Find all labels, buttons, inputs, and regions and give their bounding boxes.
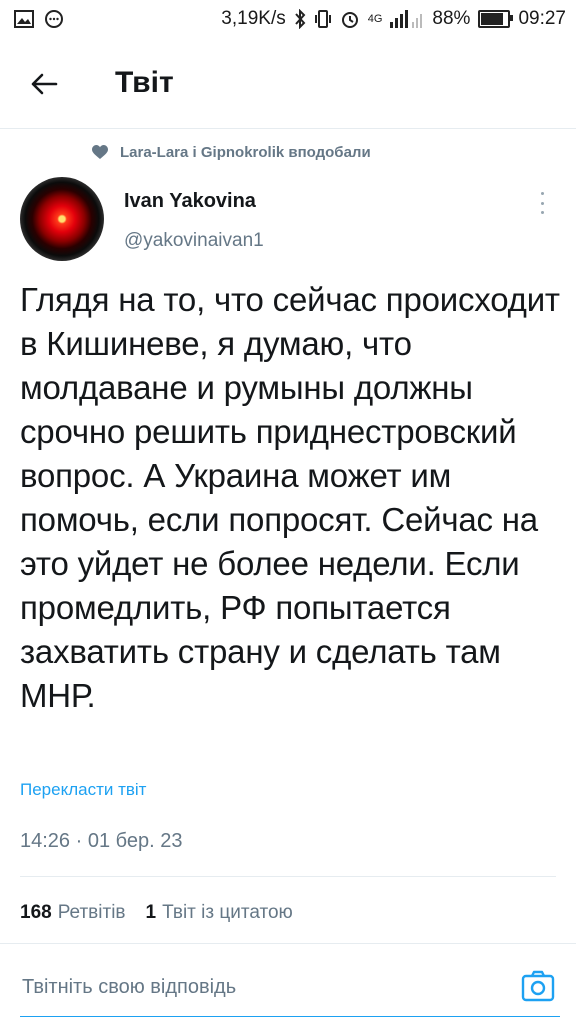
divider bbox=[20, 876, 556, 877]
social-context[interactable]: Lara-Lara і Gipnokrolik вподобали bbox=[92, 144, 371, 161]
author-handle[interactable]: @yakovinaivan1 bbox=[124, 230, 264, 252]
author-name[interactable]: Ivan Yakovina bbox=[124, 190, 256, 213]
heart-icon bbox=[92, 145, 108, 159]
more-options-button[interactable] bbox=[536, 192, 548, 214]
battery-percent: 88% bbox=[432, 8, 471, 29]
bluetooth-icon bbox=[294, 9, 306, 29]
translate-tweet-link[interactable]: Перекласти твіт bbox=[20, 780, 146, 800]
more-dot-icon bbox=[540, 211, 544, 214]
back-button[interactable] bbox=[22, 62, 66, 106]
tweet-timestamp: 14:26 · 01 бер. 23 bbox=[20, 830, 183, 852]
chat-icon bbox=[45, 10, 63, 28]
tweet-text: Глядя на то, что сейчас происходит в Киш… bbox=[20, 281, 560, 714]
retweets-count[interactable]: 168 bbox=[20, 902, 52, 924]
camera-icon bbox=[521, 970, 555, 1002]
reply-bar[interactable]: Твітніть свою відповідь bbox=[0, 943, 576, 1025]
social-context-text: Lara-Lara і Gipnokrolik вподобали bbox=[120, 144, 371, 161]
reply-input[interactable]: Твітніть свою відповідь bbox=[22, 976, 236, 999]
network-type: 4G bbox=[367, 13, 383, 25]
retweets-label[interactable]: Ретвітів bbox=[58, 902, 126, 924]
more-dot-icon bbox=[540, 192, 544, 195]
clock: 09:27 bbox=[518, 8, 566, 29]
battery-icon bbox=[478, 10, 514, 28]
quotes-count[interactable]: 1 bbox=[146, 902, 157, 924]
reply-focus-line bbox=[20, 1016, 560, 1017]
network-speed: 3,19K/s bbox=[221, 8, 286, 29]
signal-icon bbox=[390, 10, 423, 28]
avatar[interactable] bbox=[20, 177, 104, 261]
page-title: Твіт bbox=[115, 66, 174, 99]
app-header: Твіт bbox=[0, 40, 576, 129]
camera-button[interactable] bbox=[521, 969, 555, 1003]
more-dot-icon bbox=[540, 201, 544, 205]
gallery-icon bbox=[14, 10, 34, 28]
alarm-icon bbox=[341, 12, 358, 28]
arrow-left-icon bbox=[31, 73, 58, 95]
vibrate-icon bbox=[314, 10, 331, 28]
quotes-label[interactable]: Твіт із цитатою bbox=[162, 902, 293, 924]
tweet-stats: 168 Ретвітів 1 Твіт із цитатою bbox=[20, 902, 313, 924]
status-bar: 3,19K/s 4G 88% 09:27 bbox=[0, 0, 576, 38]
